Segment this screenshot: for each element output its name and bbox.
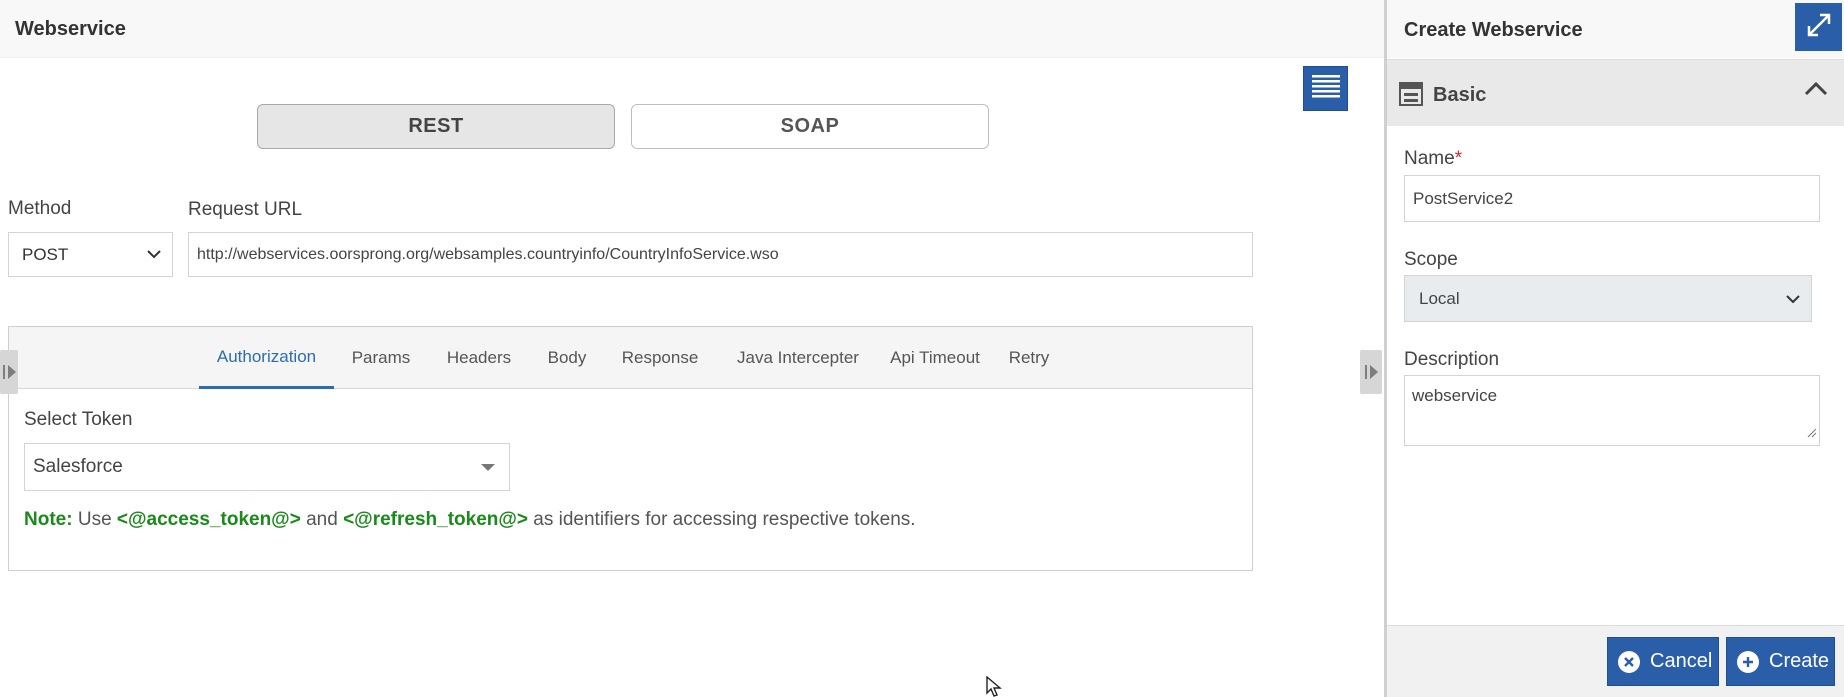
- refresh-token-identifier: <@refresh_token@>: [343, 509, 528, 530]
- mouse-cursor-icon: [985, 675, 1005, 697]
- chevron-up-icon[interactable]: [1803, 80, 1829, 103]
- page-title: Webservice: [15, 18, 126, 40]
- request-url-value: http://webservices.oorsprong.org/websamp…: [197, 245, 779, 263]
- expand-button[interactable]: [1795, 3, 1842, 51]
- resize-handle-icon[interactable]: [1807, 423, 1817, 443]
- form-icon: [1399, 82, 1423, 111]
- token-note: Note: Use <@access_token@> and <@refresh…: [24, 509, 916, 531]
- expand-icon: [1806, 12, 1832, 43]
- tab-retry[interactable]: Retry: [1001, 327, 1057, 389]
- tab-params[interactable]: Params: [345, 327, 417, 389]
- tab-authorization[interactable]: Authorization: [199, 327, 334, 389]
- tab-headers[interactable]: Headers: [437, 327, 521, 389]
- cancel-button[interactable]: Cancel: [1607, 637, 1719, 686]
- description-value: webservice: [1412, 386, 1498, 405]
- name-value: PostService2: [1413, 188, 1514, 208]
- name-label-text: Name: [1404, 148, 1455, 169]
- scope-select[interactable]: Local: [1404, 275, 1812, 322]
- create-button[interactable]: Create: [1726, 637, 1835, 686]
- panel-toggle-icon: [2, 365, 16, 379]
- request-url-label: Request URL: [188, 199, 303, 220]
- description-label: Description: [1404, 349, 1500, 370]
- tab-response[interactable]: Response: [607, 327, 713, 389]
- app-root: Webservice REST SOAP Method Request URL …: [0, 0, 1844, 697]
- left-panel-toggle[interactable]: [0, 350, 18, 394]
- side-title: Create Webservice: [1404, 19, 1583, 41]
- tab-java-intercepter[interactable]: Java Intercepter: [723, 327, 873, 389]
- note-text-1: Use: [72, 509, 117, 530]
- close-circle-icon: [1618, 650, 1640, 673]
- request-url-input[interactable]: http://webservices.oorsprong.org/websamp…: [188, 232, 1253, 277]
- caret-down-icon: [481, 464, 495, 471]
- list-view-button[interactable]: [1303, 66, 1348, 111]
- scope-label: Scope: [1404, 249, 1458, 270]
- soap-toggle-button[interactable]: SOAP: [631, 104, 989, 149]
- panel-toggle-icon: [1364, 365, 1378, 379]
- select-token-value: Salesforce: [33, 456, 123, 477]
- chevron-down-icon: [146, 245, 162, 268]
- tab-api-timeout[interactable]: Api Timeout: [879, 327, 991, 389]
- note-prefix: Note:: [24, 509, 73, 530]
- main-header: Webservice: [0, 0, 1384, 58]
- rest-toggle-button[interactable]: REST: [257, 104, 615, 149]
- request-tabs-panel: Authorization Params Headers Body Respon…: [8, 326, 1253, 571]
- method-select[interactable]: POST: [8, 232, 173, 277]
- select-token-dropdown[interactable]: Salesforce: [24, 443, 510, 491]
- cancel-label: Cancel: [1650, 650, 1713, 672]
- tab-body[interactable]: Body: [537, 327, 597, 389]
- access-token-identifier: <@access_token@>: [116, 509, 301, 530]
- note-text-3: as identifiers for accessing respective …: [528, 509, 916, 530]
- side-footer: Cancel Create: [1387, 625, 1844, 697]
- description-textarea[interactable]: webservice: [1404, 375, 1820, 446]
- note-text-2: and: [300, 509, 344, 530]
- name-label: Name*: [1404, 148, 1462, 170]
- create-webservice-panel: Create Webservice Basic Name* PostServic…: [1384, 0, 1844, 697]
- method-value: POST: [22, 244, 69, 264]
- webservice-panel: Webservice REST SOAP Method Request URL …: [0, 0, 1384, 697]
- chevron-down-icon: [1785, 290, 1801, 313]
- basic-section-header[interactable]: Basic: [1387, 59, 1844, 126]
- tab-bar: Authorization Params Headers Body Respon…: [9, 327, 1252, 389]
- scope-value: Local: [1419, 288, 1460, 308]
- section-title: Basic: [1433, 84, 1487, 106]
- select-token-label: Select Token: [24, 409, 133, 430]
- side-header: Create Webservice: [1387, 0, 1844, 58]
- name-input[interactable]: PostService2: [1404, 175, 1820, 222]
- required-marker: *: [1454, 148, 1463, 169]
- plus-circle-icon: [1737, 650, 1759, 673]
- method-label: Method: [8, 198, 72, 219]
- create-label: Create: [1769, 650, 1830, 672]
- right-panel-toggle[interactable]: [1360, 350, 1382, 394]
- list-icon: [1311, 74, 1340, 103]
